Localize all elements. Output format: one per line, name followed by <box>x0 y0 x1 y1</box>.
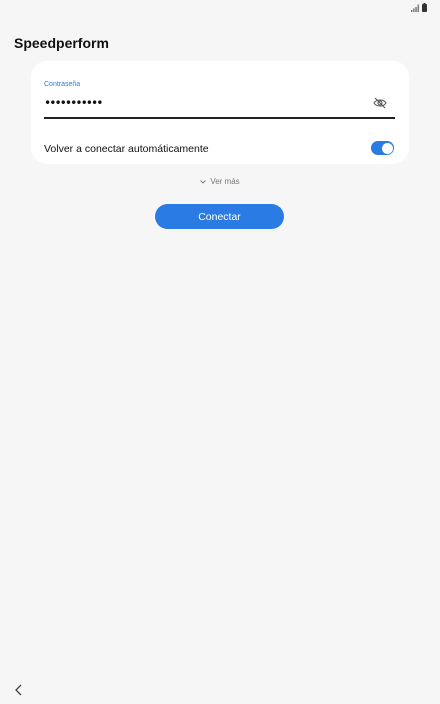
auto-reconnect-toggle[interactable] <box>371 141 394 155</box>
connect-button[interactable]: Conectar <box>155 204 284 229</box>
toggle-knob <box>381 142 393 154</box>
chevron-left-icon[interactable] <box>12 683 26 697</box>
chevron-down-icon <box>200 179 207 184</box>
password-label: Contraseña <box>44 81 81 88</box>
password-input[interactable] <box>44 94 364 112</box>
password-underline <box>44 117 395 119</box>
auto-reconnect-label: Volver a conectar automáticamente <box>44 143 209 155</box>
see-more-label: Ver más <box>210 177 240 186</box>
status-icons <box>411 3 427 12</box>
see-more-link[interactable]: Ver más <box>0 177 440 186</box>
eye-slash-icon[interactable] <box>373 97 387 109</box>
status-bar <box>0 0 440 14</box>
signal-icon <box>411 4 419 12</box>
page-title: Speedperform <box>14 35 109 51</box>
battery-icon <box>422 3 427 12</box>
connection-card: Contraseña Volver a conectar automáticam… <box>31 61 409 164</box>
